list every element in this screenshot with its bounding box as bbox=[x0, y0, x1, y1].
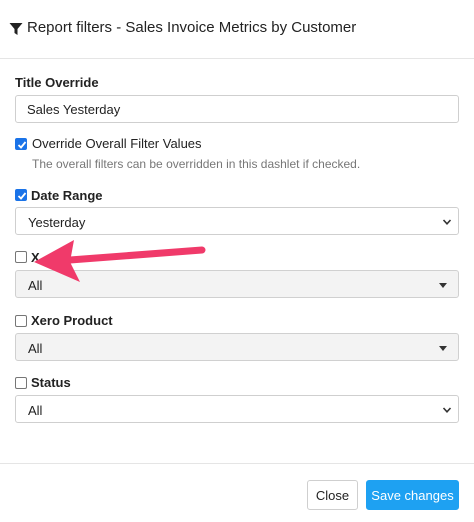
xero-product-selected-value: All bbox=[28, 341, 43, 356]
x-filter-select[interactable]: All bbox=[15, 270, 459, 298]
override-filters-checkbox[interactable] bbox=[15, 138, 27, 150]
save-changes-button[interactable]: Save changes bbox=[366, 480, 459, 510]
xero-product-select[interactable]: All bbox=[15, 333, 459, 361]
x-filter-selected-value: All bbox=[28, 278, 43, 293]
filter-icon bbox=[9, 23, 23, 35]
date-range-label: Date Range bbox=[31, 188, 103, 203]
status-select[interactable]: All bbox=[15, 395, 459, 423]
chevron-down-icon bbox=[442, 407, 452, 413]
status-label: Status bbox=[31, 375, 71, 390]
override-filters-help: The overall filters can be overridden in… bbox=[32, 157, 361, 171]
modal-title: Report filters - Sales Invoice Metrics b… bbox=[27, 19, 357, 36]
title-override-input[interactable] bbox=[15, 95, 459, 123]
date-range-checkbox[interactable] bbox=[15, 189, 27, 201]
caret-down-icon bbox=[439, 283, 447, 288]
report-filters-modal: Report filters - Sales Invoice Metrics b… bbox=[0, 0, 474, 522]
modal-footer: Close Save changes bbox=[0, 463, 474, 522]
checkmark-icon bbox=[17, 192, 27, 200]
x-filter-checkbox[interactable] bbox=[15, 251, 27, 263]
caret-down-icon bbox=[439, 346, 447, 351]
override-filters-label: Override Overall Filter Values bbox=[32, 136, 202, 151]
status-checkbox[interactable] bbox=[15, 377, 27, 389]
chevron-down-icon bbox=[442, 219, 452, 225]
checkmark-icon bbox=[17, 141, 27, 149]
xero-product-label: Xero Product bbox=[31, 313, 113, 328]
modal-header: Report filters - Sales Invoice Metrics b… bbox=[0, 0, 474, 59]
date-range-selected-value: Yesterday bbox=[28, 215, 86, 230]
date-range-select[interactable]: Yesterday bbox=[15, 207, 459, 235]
xero-product-checkbox[interactable] bbox=[15, 315, 27, 327]
x-filter-label: X bbox=[31, 250, 40, 265]
close-button[interactable]: Close bbox=[307, 480, 358, 510]
status-selected-value: All bbox=[28, 403, 43, 418]
title-override-label: Title Override bbox=[15, 75, 99, 90]
